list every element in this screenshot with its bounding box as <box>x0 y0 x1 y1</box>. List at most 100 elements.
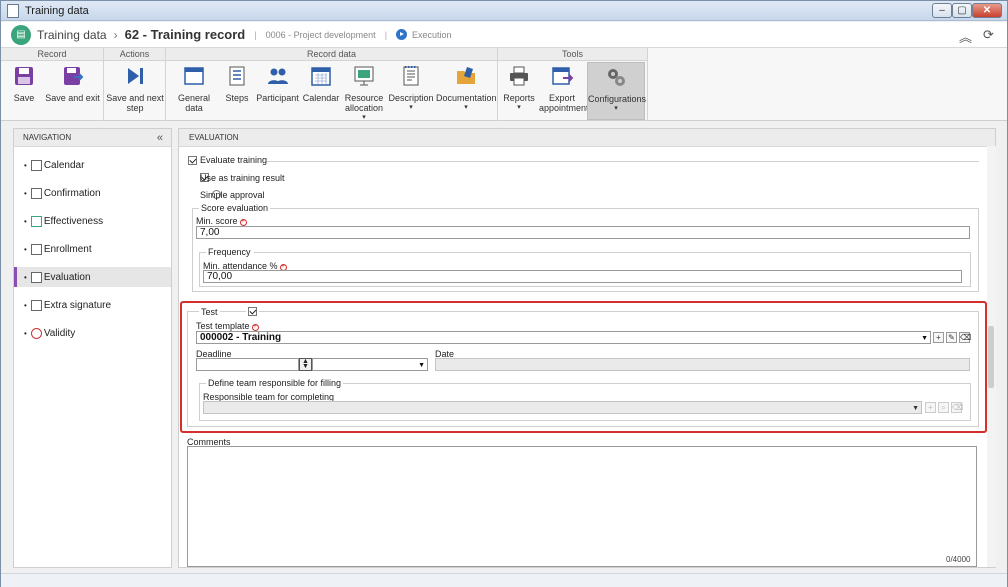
steps-icon <box>229 66 245 86</box>
resource-allocation-button[interactable]: Resource allocation ▾ <box>342 62 386 123</box>
nav-item-calendar[interactable]: • Calendar <box>14 155 171 175</box>
description-button[interactable]: Description ▾ <box>388 62 434 113</box>
comments-textarea[interactable] <box>187 446 977 567</box>
printer-icon <box>510 66 528 86</box>
close-button[interactable]: ✕ <box>972 3 1002 18</box>
configurations-button[interactable]: Configurations ▾ <box>587 62 647 120</box>
nav-item-extra-signature[interactable]: • Extra signature <box>14 295 171 315</box>
minimize-button[interactable]: – <box>932 3 952 18</box>
participant-button[interactable]: Participant <box>255 62 300 103</box>
scrollbar-thumb[interactable] <box>988 326 994 388</box>
save-next-label-2: step <box>126 103 144 113</box>
bullet: • <box>24 244 27 254</box>
export-appointment-button[interactable]: Export appointment <box>539 62 589 113</box>
application-window: Training data – ▢ ✕ ▤ Training data › 62… <box>0 0 1008 587</box>
export-label-2: appointment <box>539 103 589 113</box>
char-count: 0/4000 <box>946 555 971 564</box>
participant-icon <box>267 68 288 84</box>
calendar-icon <box>311 67 331 86</box>
nav-item-label: Enrollment <box>43 243 92 255</box>
page-title: 62 - Training record <box>124 27 246 42</box>
export-calendar-icon <box>552 67 574 85</box>
configurations-label: Configurations <box>588 94 647 104</box>
nav-item-label: Confirmation <box>43 187 101 199</box>
ribbon-group-tools: Tools Reports ▾ Export appointment Confi… <box>498 48 648 121</box>
collapse-up-icon[interactable]: ︽ <box>959 27 972 46</box>
resource-label-1: Resource <box>344 93 384 103</box>
nav-item-enrollment[interactable]: • Enrollment <box>14 239 171 259</box>
chevron-down-icon: ▾ <box>362 114 366 121</box>
breadcrumb: ▤ Training data › 62 - Training record |… <box>1 22 1007 48</box>
min-score-label-text: Min. score <box>196 216 238 226</box>
breadcrumb-app[interactable]: Training data <box>37 28 107 42</box>
chevron-down-icon: ▾ <box>517 104 521 111</box>
evaluate-training-label: Evaluate training <box>200 155 268 165</box>
nav-item-effectiveness[interactable]: • Effectiveness <box>14 211 171 231</box>
nav-item-label: Extra signature <box>43 299 112 311</box>
min-score-label: Min. score + <box>196 216 247 226</box>
chevron-down-icon: ▾ <box>409 104 413 111</box>
bullet: • <box>24 328 27 338</box>
description-label: Description <box>388 93 434 103</box>
execution-status-icon <box>396 29 408 40</box>
ribbon-toolbar: Record Save Save and exit Actions Save a… <box>1 48 1007 121</box>
clock-icon <box>30 327 42 339</box>
ribbon-group-record-data: Record data General data Steps Participa… <box>166 48 498 121</box>
documentation-button[interactable]: Documentation ▾ <box>436 62 497 113</box>
score-evaluation-label: Score evaluation <box>199 203 271 213</box>
status-badge: Execution <box>412 29 452 40</box>
bullet: • <box>24 300 27 310</box>
refresh-icon[interactable]: ⟳ <box>983 27 994 43</box>
nav-item-label: Validity <box>43 327 76 339</box>
calendar-button[interactable]: Calendar <box>302 62 340 103</box>
reports-label: Reports <box>503 93 535 103</box>
participant-label: Participant <box>256 93 299 103</box>
bullet: • <box>24 272 27 282</box>
collapse-panel-icon[interactable]: « <box>157 129 163 147</box>
highlight-box <box>180 301 987 433</box>
project-label: 0006 - Project development <box>265 29 376 40</box>
divider: | <box>384 29 388 40</box>
maximize-button[interactable]: ▢ <box>952 3 972 18</box>
steps-button[interactable]: Steps <box>221 62 253 103</box>
frequency-label: Frequency <box>206 247 253 257</box>
min-score-input[interactable]: 7,00 <box>196 226 970 239</box>
ribbon-group-actions: Actions Save and next step <box>104 48 166 121</box>
navigation-title: NAVIGATION <box>23 133 72 142</box>
navigation-header: NAVIGATION « <box>14 129 171 147</box>
simple-approval-label: Simple approval <box>200 190 265 200</box>
steps-label: Steps <box>225 93 249 103</box>
title-bar: Training data – ▢ ✕ <box>1 1 1007 21</box>
general-data-button[interactable]: General data <box>169 62 219 113</box>
bullet: • <box>24 160 27 170</box>
save-and-exit-button[interactable]: Save and exit <box>45 62 100 103</box>
folder-icon <box>457 67 475 84</box>
enrollment-icon <box>30 243 42 255</box>
section-title: EVALUATION <box>179 129 995 147</box>
min-attendance-value: 70,00 <box>207 271 233 282</box>
gear-icon <box>608 69 625 86</box>
nav-item-validity[interactable]: • Validity <box>14 323 171 343</box>
window-title: Training data <box>25 4 89 17</box>
min-attendance-input[interactable]: 70,00 <box>203 270 962 283</box>
evaluate-training-checkbox[interactable] <box>188 156 197 165</box>
nav-item-label: Calendar <box>43 159 85 171</box>
required-icon: + <box>239 219 247 226</box>
export-label-1: Export <box>548 93 575 103</box>
divider: | <box>254 29 257 40</box>
save-and-next-step-button[interactable]: Save and next step <box>105 62 165 113</box>
ribbon-group-label: Record <box>1 48 103 61</box>
save-button[interactable]: Save <box>5 62 43 103</box>
nav-item-confirmation[interactable]: • Confirmation <box>14 183 171 203</box>
ribbon-group-label: Tools <box>498 48 647 61</box>
resource-allocation-icon <box>354 66 374 86</box>
resource-label-2: allocation <box>344 103 384 113</box>
use-as-result-label: Use as training result <box>200 173 285 183</box>
calendar-label: Calendar <box>302 93 340 103</box>
nav-item-evaluation[interactable]: • Evaluation <box>14 267 171 287</box>
chevron-down-icon: ▾ <box>464 104 468 111</box>
divider <box>267 161 979 162</box>
documentation-label: Documentation <box>436 93 497 103</box>
status-bar <box>1 573 1007 587</box>
reports-button[interactable]: Reports ▾ <box>501 62 537 113</box>
